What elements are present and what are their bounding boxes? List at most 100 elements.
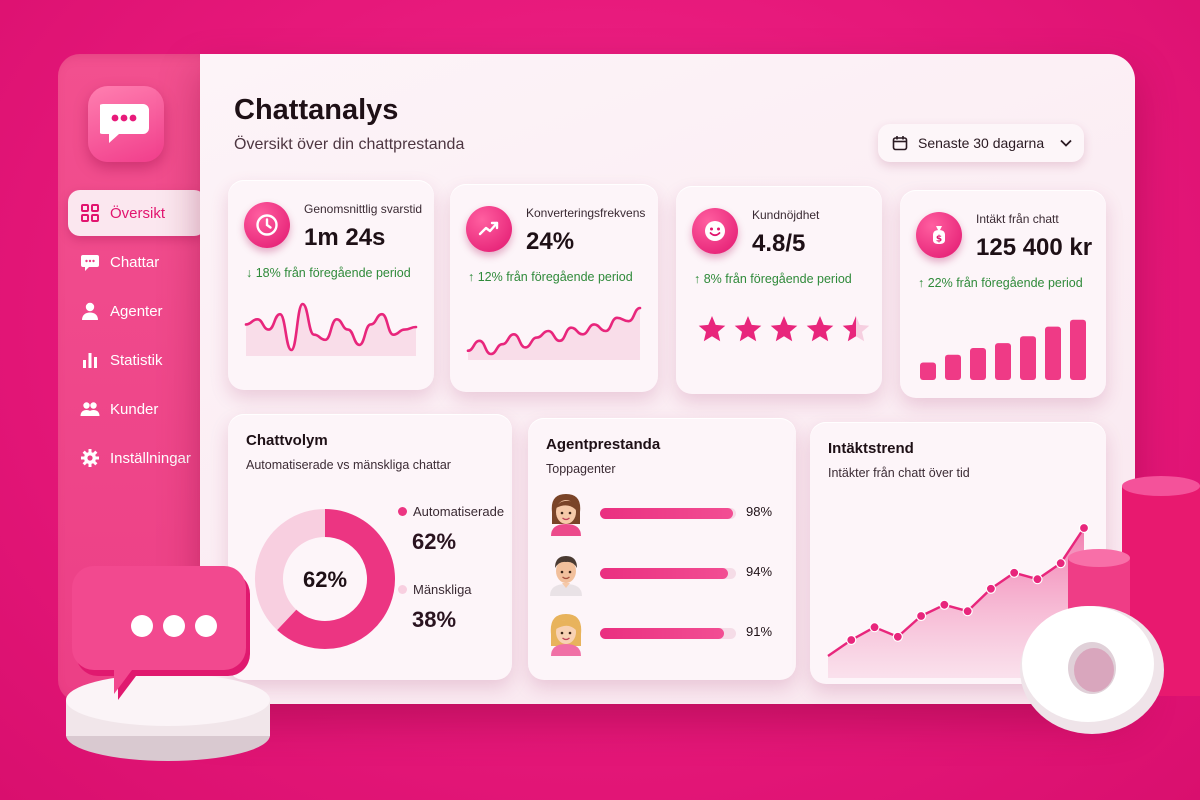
sidebar-item-chattar[interactable]: Chattar	[68, 239, 206, 285]
sidebar-item-label: Chattar	[110, 253, 160, 271]
performance-bar-fill	[600, 628, 724, 639]
male-dark-hair-avatar	[550, 556, 582, 596]
sidebar-item-statistik[interactable]: Statistik	[68, 337, 206, 383]
kpi-label: Intäkt från chatt	[976, 212, 1059, 226]
section-subtitle: Toppagenter	[546, 462, 616, 476]
bar-chart-icon	[83, 353, 97, 368]
users-icon	[80, 402, 100, 416]
trend-point	[1032, 574, 1043, 585]
female-blonde-hair-avatar	[550, 614, 582, 656]
kpi-card-revenue: $ Intäkt från chatt 125 400 kr ↑ 22% frå…	[900, 190, 1106, 398]
chat-logo-icon	[88, 86, 164, 162]
performance-bar-track	[600, 568, 736, 579]
revenue-bar	[945, 354, 961, 380]
revenue-bar	[970, 347, 986, 380]
section-subtitle: Automatiserade vs mänskliga chattar	[246, 458, 451, 472]
performance-value: 91%	[746, 624, 773, 639]
revenue-bar	[920, 362, 936, 380]
sidebar-item-label: Agenter	[110, 302, 163, 320]
legend-value: 62%	[412, 529, 457, 554]
star-icon	[806, 316, 834, 342]
trend-point	[1009, 567, 1020, 578]
star-rating	[698, 316, 870, 342]
torus-decoration	[1020, 606, 1164, 734]
trend-point	[915, 610, 927, 622]
calendar-icon	[892, 136, 908, 151]
star-icon	[842, 316, 870, 342]
kpi-card-response-time: Genomsnittlig svarstid 1m 24s ↓ 18% från…	[228, 180, 434, 390]
legend-label: Automatiserade	[413, 504, 505, 519]
trend-point	[892, 631, 903, 642]
grid-icon	[81, 204, 99, 222]
chat-icon	[81, 255, 99, 271]
svg-text:$: $	[936, 235, 942, 245]
legend-human: Mänskliga 38%	[398, 582, 472, 633]
agent-row[interactable]: 91%	[546, 610, 776, 660]
performance-value: 94%	[746, 564, 773, 579]
sidebar-item-label: Inställningar	[110, 449, 191, 467]
sidebar-item-label: Statistik	[110, 351, 163, 369]
sidebar-nav: Översikt Chattar Agenter Statistik Kunde…	[68, 190, 206, 484]
smile-icon	[692, 208, 738, 254]
sparkline-chart	[466, 306, 642, 360]
star-icon	[734, 316, 762, 342]
star-icon	[770, 316, 798, 342]
section-subtitle: Intäkter från chatt över tid	[828, 466, 970, 480]
sidebar-item-installningar[interactable]: Inställningar	[68, 435, 206, 481]
trend-up-icon	[466, 206, 512, 252]
performance-bar-track	[600, 628, 736, 639]
sidebar-item-label: Översikt	[110, 204, 166, 222]
performance-bar-fill	[600, 508, 734, 519]
revenue-bar	[1020, 336, 1036, 380]
page-subtitle: Översikt över din chattprestanda	[234, 136, 465, 153]
user-icon	[82, 302, 98, 320]
sidebar-item-oversikt[interactable]: Översikt	[68, 190, 206, 236]
chevron-down-icon	[1060, 139, 1072, 147]
kpi-trend: ↓ 18% från föregående period	[246, 266, 411, 280]
kpi-value: 125 400 kr	[976, 234, 1093, 261]
sidebar-item-agenter[interactable]: Agenter	[68, 288, 206, 334]
sidebar-item-kunder[interactable]: Kunder	[68, 386, 206, 432]
kpi-card-satisfaction: Kundnöjdhet 4.8/5 ↑ 8% från föregående p…	[676, 186, 882, 394]
gear-icon	[81, 449, 99, 467]
main-panel: Chattanalys Översikt över din chattprest…	[200, 54, 1135, 704]
sidebar-item-label: Kunder	[110, 400, 159, 418]
date-range-select[interactable]: Senaste 30 dagarna	[878, 124, 1084, 162]
revenue-bar	[995, 343, 1011, 380]
kpi-value: 24%	[526, 228, 575, 255]
trend-point	[939, 599, 950, 610]
revenue-bar	[1070, 319, 1086, 380]
agent-row[interactable]: 94%	[546, 550, 776, 600]
legend-dot	[398, 507, 407, 516]
kpi-label: Genomsnittlig svarstid	[304, 202, 423, 216]
kpi-trend: ↑ 12% från föregående period	[468, 270, 633, 284]
kpi-value: 1m 24s	[304, 224, 386, 251]
performance-value: 98%	[746, 504, 773, 519]
kpi-card-conversion: Konverteringsfrekvens 24% ↑ 12% från för…	[450, 184, 658, 392]
legend-automated: Automatiserade 62%	[398, 504, 504, 555]
agent-performance-card: Agentprestanda Toppagenter 98% 94% 91%	[528, 418, 796, 680]
section-title: Agentprestanda	[546, 436, 661, 453]
star-icon	[698, 316, 726, 342]
kpi-trend: ↑ 22% från föregående period	[918, 276, 1083, 290]
trend-point	[846, 634, 857, 646]
kpi-label: Kundnöjdhet	[752, 208, 820, 222]
performance-bar-track	[600, 508, 736, 519]
money-bag-icon: $	[916, 212, 962, 258]
kpi-value: 4.8/5	[752, 230, 806, 257]
trend-point	[962, 606, 973, 617]
performance-bar-fill	[600, 568, 728, 579]
legend-dot	[398, 585, 407, 594]
legend-label: Mänskliga	[413, 582, 472, 597]
sparkline-chart	[244, 302, 418, 356]
page-title: Chattanalys	[234, 94, 399, 126]
donut-center-label: 62%	[303, 567, 347, 592]
kpi-trend: ↑ 8% från föregående period	[694, 272, 852, 286]
clock-icon	[244, 202, 290, 248]
date-range-label: Senaste 30 dagarna	[918, 135, 1045, 151]
section-title: Intäktstrend	[828, 440, 914, 457]
agent-row[interactable]: 98%	[546, 490, 776, 540]
kpi-label: Konverteringsfrekvens	[526, 206, 646, 220]
revenue-bar	[1045, 326, 1061, 380]
chat-bubble-decoration	[66, 566, 270, 761]
